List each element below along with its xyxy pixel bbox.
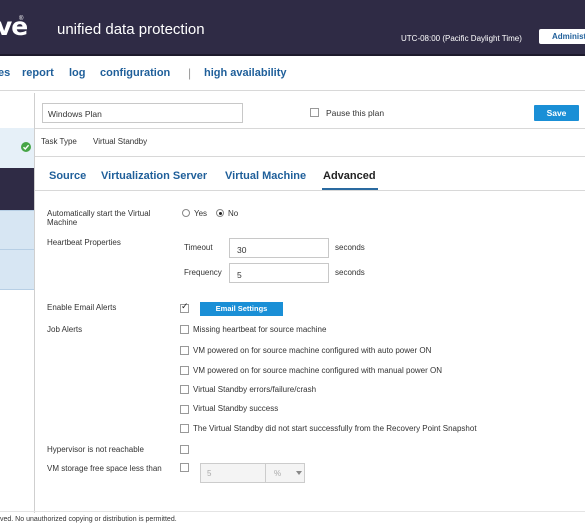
job-alert-label: VM powered on for source machine configu… — [193, 366, 443, 375]
job-alert-label: VM powered on for source machine configu… — [193, 346, 432, 355]
pause-plan-label: Pause this plan — [326, 108, 385, 118]
timezone-label: UTC-08:00 (Pacific Daylight Time) — [401, 34, 522, 43]
app-title: unified data protection — [57, 21, 205, 38]
nav-item-resources[interactable]: es — [0, 67, 10, 79]
task-type-value: Virtual Standby — [93, 137, 148, 146]
storage-threshold-input[interactable]: 5 — [200, 463, 266, 483]
sidebar-item[interactable] — [0, 250, 34, 290]
job-alert-label: Virtual Standby success — [193, 404, 279, 413]
job-alert-checkbox[interactable] — [180, 346, 189, 355]
job-alert-checkbox[interactable] — [180, 405, 189, 414]
job-alert-checkbox[interactable] — [180, 325, 189, 334]
frequency-unit: seconds — [335, 268, 365, 277]
sidebar-item-selected[interactable] — [0, 168, 34, 210]
job-alerts-label: Job Alerts — [47, 325, 83, 334]
job-alert-checkbox[interactable] — [180, 366, 189, 375]
tab-divider — [35, 190, 585, 191]
auto-start-yes-radio[interactable] — [182, 209, 190, 217]
job-alert-label: Missing heartbeat for source machine — [193, 325, 327, 334]
registered-mark: ® — [19, 16, 24, 22]
main-nav: es report log configuration | high avail… — [0, 58, 585, 91]
tab-source[interactable]: Source — [49, 170, 86, 182]
auto-start-label-line2: Machine — [47, 218, 78, 227]
nav-item-high-availability[interactable]: high availability — [204, 67, 287, 79]
job-alert-label: Virtual Standby errors/failure/crash — [193, 385, 317, 394]
sidebar-item[interactable] — [0, 210, 34, 250]
timeout-label: Timeout — [184, 243, 213, 252]
sidebar-item[interactable] — [0, 93, 34, 128]
auto-start-yes-label: Yes — [194, 209, 208, 218]
task-type-label: Task Type — [41, 137, 77, 146]
email-alerts-label: Enable Email Alerts — [47, 303, 117, 312]
nav-item-configuration[interactable]: configuration — [100, 67, 170, 79]
email-settings-button[interactable]: Email Settings — [200, 302, 283, 316]
tab-advanced[interactable]: Advanced — [323, 170, 376, 182]
app-header: ve ® unified data protection UTC-08:00 (… — [0, 0, 585, 56]
tab-virtualization-server[interactable]: Virtualization Server — [101, 170, 207, 182]
divider — [35, 156, 585, 157]
divider — [35, 128, 585, 129]
pause-plan-checkbox[interactable] — [310, 108, 319, 117]
job-alert-checkbox[interactable] — [180, 385, 189, 394]
copyright-footer: ved. No unauthorized copying or distribu… — [0, 516, 177, 523]
check-circle-icon — [21, 142, 31, 152]
auto-start-label-line1: Automatically start the Virtual — [47, 209, 151, 218]
plan-name-input[interactable]: Windows Plan — [42, 103, 243, 123]
heartbeat-properties-label: Heartbeat Properties — [47, 238, 121, 247]
nav-item-report[interactable]: report — [22, 67, 54, 79]
footer-divider — [0, 511, 585, 512]
auto-start-no-label: No — [228, 209, 239, 218]
user-menu-button[interactable]: Administrator — [539, 29, 585, 44]
save-button[interactable]: Save — [534, 105, 579, 121]
nav-separator: | — [188, 66, 192, 80]
hypervisor-label: Hypervisor is not reachable — [47, 445, 144, 454]
storage-label: VM storage free space less than — [47, 464, 162, 473]
job-alert-checkbox[interactable] — [180, 424, 189, 433]
hypervisor-checkbox[interactable] — [180, 445, 189, 454]
email-alerts-checkbox[interactable] — [180, 302, 189, 313]
storage-checkbox[interactable] — [180, 463, 189, 472]
timeout-unit: seconds — [335, 243, 365, 252]
auto-start-no-radio[interactable] — [216, 209, 224, 217]
chevron-down-icon — [296, 471, 302, 475]
timeout-input[interactable]: 30 — [229, 238, 329, 258]
nav-item-log[interactable]: log — [69, 67, 86, 79]
job-alert-label: The Virtual Standby did not start succes… — [193, 424, 477, 433]
frequency-label: Frequency — [184, 268, 222, 277]
tab-virtual-machine[interactable]: Virtual Machine — [225, 170, 306, 182]
frequency-input[interactable]: 5 — [229, 263, 329, 283]
